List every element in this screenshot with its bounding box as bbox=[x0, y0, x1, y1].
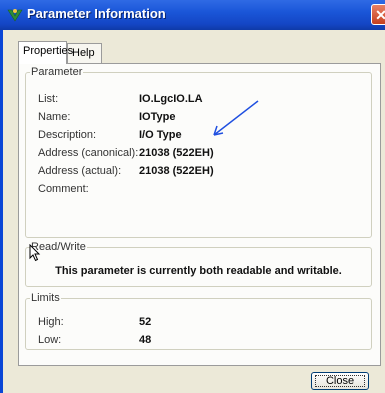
name-label: Name: bbox=[38, 111, 71, 123]
list-value: IO.LgcIO.LA bbox=[139, 93, 203, 105]
window-title: Parameter Information bbox=[27, 6, 166, 21]
annotation-arrow-icon bbox=[213, 100, 259, 136]
limits-group: Limits High: 52 Low: 48 bbox=[25, 292, 372, 350]
title-bar[interactable]: Parameter Information ✕ bbox=[0, 0, 385, 30]
mouse-pointer-icon bbox=[29, 244, 41, 262]
comment-label: Comment: bbox=[38, 183, 89, 195]
address-canonical-value: 21038 (522EH) bbox=[139, 147, 214, 159]
window-frame bbox=[0, 30, 3, 393]
parameter-group-label: Parameter bbox=[31, 66, 83, 78]
parameter-information-dialog: Parameter Information ✕ Properties Help … bbox=[0, 0, 385, 393]
close-button[interactable]: Close bbox=[311, 372, 369, 390]
address-canonical-label: Address (canonical): bbox=[38, 147, 139, 159]
window-close-button[interactable]: ✕ bbox=[371, 4, 385, 25]
description-label: Description: bbox=[38, 129, 97, 141]
read-write-message: This parameter is currently both readabl… bbox=[55, 265, 342, 277]
address-actual-label: Address (actual): bbox=[38, 165, 122, 177]
limits-group-label: Limits bbox=[31, 292, 60, 304]
low-value: 48 bbox=[139, 334, 152, 346]
high-label: High: bbox=[38, 316, 64, 328]
high-value: 52 bbox=[139, 316, 152, 328]
list-label: List: bbox=[38, 93, 59, 105]
tab-properties[interactable]: Properties bbox=[18, 41, 73, 64]
properties-panel: Parameter List: IO.LgcIO.LA Name: IOType… bbox=[18, 63, 381, 366]
close-button-label: Close bbox=[325, 375, 355, 387]
address-actual-value: 21038 (522EH) bbox=[139, 165, 214, 177]
name-value: IOType bbox=[139, 111, 176, 123]
read-write-group: Read/Write This parameter is currently b… bbox=[25, 241, 372, 287]
low-label: Low: bbox=[38, 334, 62, 346]
description-value: I/O Type bbox=[139, 129, 182, 141]
parameter-group: Parameter List: IO.LgcIO.LA Name: IOType… bbox=[25, 66, 372, 238]
parameter-info-icon bbox=[7, 9, 23, 22]
